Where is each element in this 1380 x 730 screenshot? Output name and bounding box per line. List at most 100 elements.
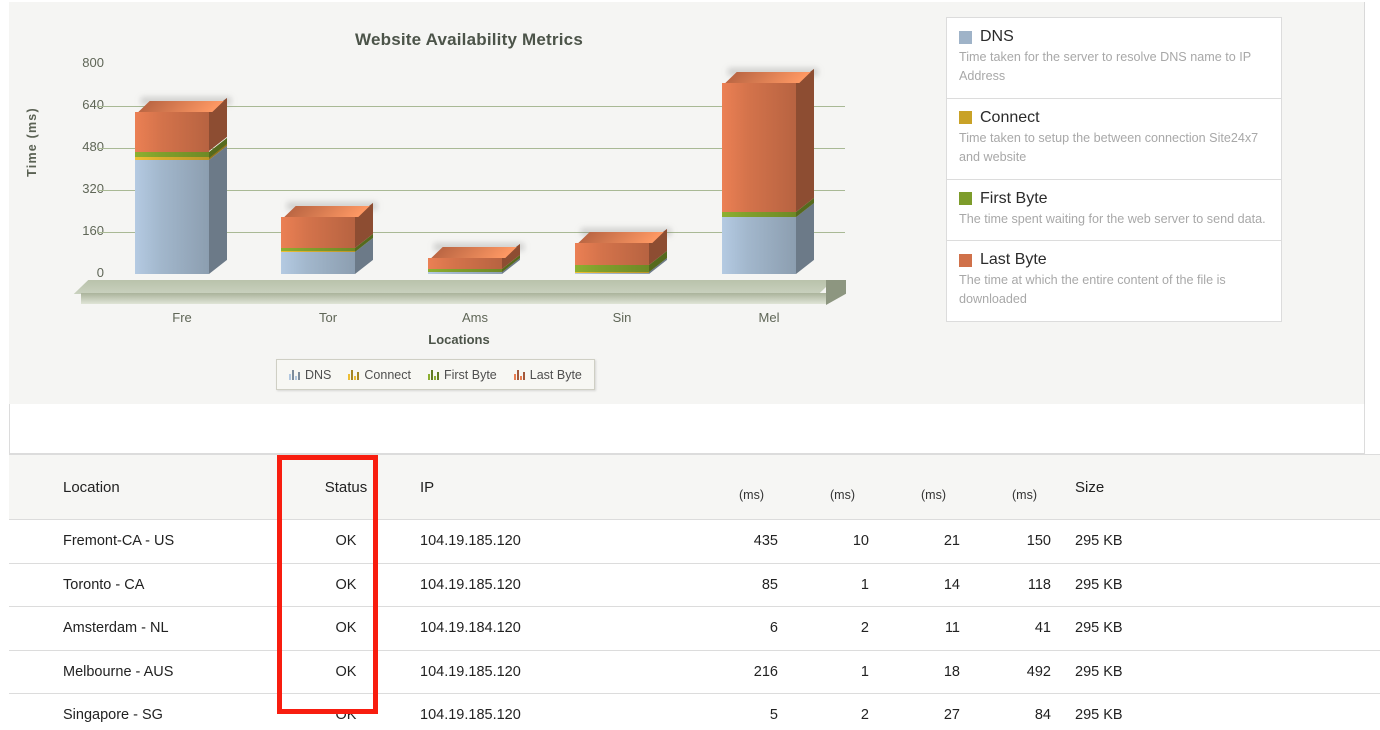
col-header-dns[interactable]: (ms) bbox=[701, 454, 792, 520]
bar-segment-dns[interactable] bbox=[281, 237, 373, 274]
bar-chart-icon bbox=[513, 369, 525, 380]
description-card-header: First Byte bbox=[959, 190, 1269, 208]
y-tick-label: 160 bbox=[82, 223, 104, 238]
bar-segment-first-byte[interactable] bbox=[722, 198, 814, 218]
cell-response-time: 616 bbox=[1296, 519, 1380, 564]
bar-segment-first-byte[interactable] bbox=[428, 254, 520, 272]
connect-swatch-icon bbox=[959, 111, 972, 125]
cell-status: OK bbox=[294, 562, 398, 607]
col-header-size[interactable]: Size bbox=[1065, 454, 1296, 520]
bar-face-front bbox=[722, 212, 796, 218]
col-header-response-line2: Time (ms) bbox=[1297, 487, 1380, 507]
bar-segment-connect[interactable] bbox=[135, 143, 227, 160]
description-card-dns: DNS Time taken for the server to resolve … bbox=[947, 18, 1281, 99]
cell-last-byte-ms: 118 bbox=[974, 562, 1065, 607]
cell-dns-ms: 85 bbox=[701, 562, 792, 607]
bar-segment-last-byte[interactable] bbox=[428, 244, 520, 269]
bar-segment-last-byte[interactable] bbox=[281, 202, 373, 248]
cell-location: Melbourne - AUS bbox=[9, 649, 294, 694]
x-axis-title: Locations bbox=[428, 332, 490, 347]
chart-bar[interactable] bbox=[428, 2, 524, 302]
col-header-connect[interactable]: (ms) bbox=[792, 454, 883, 520]
table-row[interactable]: Melbourne - AUS OK 104.19.185.120 216 1 18 492… bbox=[9, 649, 1380, 694]
location-metrics-table: Location Status IP (ms) (ms) (ms) (ms) S… bbox=[9, 454, 1380, 730]
bar-face-side bbox=[796, 69, 814, 213]
bar-face-front bbox=[281, 251, 355, 274]
bar-segment-dns[interactable] bbox=[722, 203, 814, 274]
cell-size: 295 KB bbox=[1065, 693, 1296, 730]
legend-item-last-byte[interactable]: Last Byte bbox=[513, 368, 582, 382]
cell-first-byte-ms: 18 bbox=[883, 649, 974, 694]
table-row[interactable]: Singapore - SG OK 104.19.185.120 5 2 27 84 295 … bbox=[9, 693, 1380, 730]
chart-bar[interactable] bbox=[575, 2, 671, 302]
table-row[interactable]: Fremont-CA - US OK 104.19.185.120 435 10 21 15… bbox=[9, 519, 1380, 564]
bar-segment-dns[interactable] bbox=[135, 145, 227, 274]
first-byte-swatch-icon bbox=[933, 473, 946, 486]
page-root: Website Availability Metrics Time (ms) 8… bbox=[0, 0, 1380, 730]
col-header-status[interactable]: Status bbox=[294, 454, 398, 520]
chart-bar[interactable] bbox=[722, 2, 818, 302]
bar-face-front bbox=[575, 243, 649, 266]
table-header-row: Location Status IP (ms) (ms) (ms) (ms) S… bbox=[9, 454, 1380, 520]
cell-dns-ms: 216 bbox=[701, 649, 792, 694]
chart-legend[interactable]: DNS Connect First Byte Last Byte bbox=[276, 359, 595, 390]
cell-location: Singapore - SG bbox=[9, 693, 294, 730]
connect-swatch-icon bbox=[842, 473, 855, 486]
y-axis-ticks: 800 640 480 320 160 0 bbox=[34, 2, 104, 302]
col-header-ip[interactable]: IP bbox=[398, 454, 701, 520]
cell-size: 295 KB bbox=[1065, 606, 1296, 651]
col-header-location[interactable]: Location bbox=[9, 454, 294, 520]
legend-item-first-byte[interactable]: First Byte bbox=[427, 368, 497, 382]
bar-segment-last-byte[interactable] bbox=[135, 98, 227, 152]
description-card-header: DNS bbox=[959, 28, 1269, 46]
bar-segment-first-byte[interactable] bbox=[575, 250, 667, 273]
cell-size: 295 KB bbox=[1065, 562, 1296, 607]
bar-segment-last-byte[interactable] bbox=[722, 69, 814, 213]
y-tickmark bbox=[97, 148, 106, 149]
bar-chart-icon bbox=[427, 369, 439, 380]
y-tick-label: 800 bbox=[82, 55, 104, 70]
first-byte-swatch-icon bbox=[959, 192, 972, 206]
description-card-last-byte: Last Byte The time at which the entire co… bbox=[947, 241, 1281, 321]
bar-face-top bbox=[138, 101, 224, 113]
table-row[interactable]: Toronto - CA OK 104.19.185.120 85 1 14 118 295 … bbox=[9, 562, 1380, 607]
dns-swatch-icon bbox=[751, 473, 764, 486]
col-header-last-byte[interactable]: (ms) bbox=[974, 454, 1065, 520]
col-header-response-time[interactable]: Response Time (ms) bbox=[1296, 454, 1380, 520]
bar-segment-first-byte[interactable] bbox=[135, 137, 227, 158]
cell-last-byte-ms: 150 bbox=[974, 519, 1065, 564]
bar-face-front bbox=[428, 269, 502, 272]
col-header-response-line1: Response bbox=[1297, 467, 1380, 487]
chart-bar[interactable] bbox=[135, 2, 231, 302]
description-card-header: Connect bbox=[959, 109, 1269, 127]
y-tick-label: 480 bbox=[82, 139, 104, 154]
legend-item-connect[interactable]: Connect bbox=[348, 368, 411, 382]
cell-ip: 104.19.184.120 bbox=[398, 606, 701, 651]
cell-connect-ms: 10 bbox=[792, 519, 883, 564]
cell-response-time: 727 bbox=[1296, 649, 1380, 694]
cell-response-time: 218 bbox=[1296, 562, 1380, 607]
bar-face-front bbox=[428, 258, 502, 269]
cell-status: OK bbox=[294, 519, 398, 564]
cell-last-byte-ms: 41 bbox=[974, 606, 1065, 651]
table-row[interactable]: Amsterdam - NL OK 104.19.184.120 6 2 11 41 295 … bbox=[9, 606, 1380, 651]
description-card-text: The time spent waiting for the web serve… bbox=[959, 211, 1266, 226]
y-tickmark bbox=[97, 190, 106, 191]
chart-bar[interactable] bbox=[281, 2, 377, 302]
cell-size: 295 KB bbox=[1065, 649, 1296, 694]
description-card-text: Time taken to setup the between connecti… bbox=[959, 130, 1259, 164]
bar-face-top bbox=[725, 72, 811, 84]
bar-face-top bbox=[578, 232, 664, 244]
y-tickmark bbox=[97, 232, 106, 233]
description-card-title: Connect bbox=[980, 108, 1040, 126]
cell-location: Fremont-CA - US bbox=[9, 519, 294, 564]
col-header-first-byte[interactable]: (ms) bbox=[883, 454, 974, 520]
bar-segment-last-byte[interactable] bbox=[575, 228, 667, 266]
description-card-text: The time at which the entire content of … bbox=[959, 273, 1226, 307]
bar-face-top bbox=[284, 205, 370, 217]
table-spacer-row bbox=[9, 404, 1365, 454]
bar-segment-first-byte[interactable] bbox=[281, 233, 373, 252]
legend-item-dns[interactable]: DNS bbox=[289, 368, 331, 382]
cell-location: Toronto - CA bbox=[9, 562, 294, 607]
cell-first-byte-ms: 11 bbox=[883, 606, 974, 651]
